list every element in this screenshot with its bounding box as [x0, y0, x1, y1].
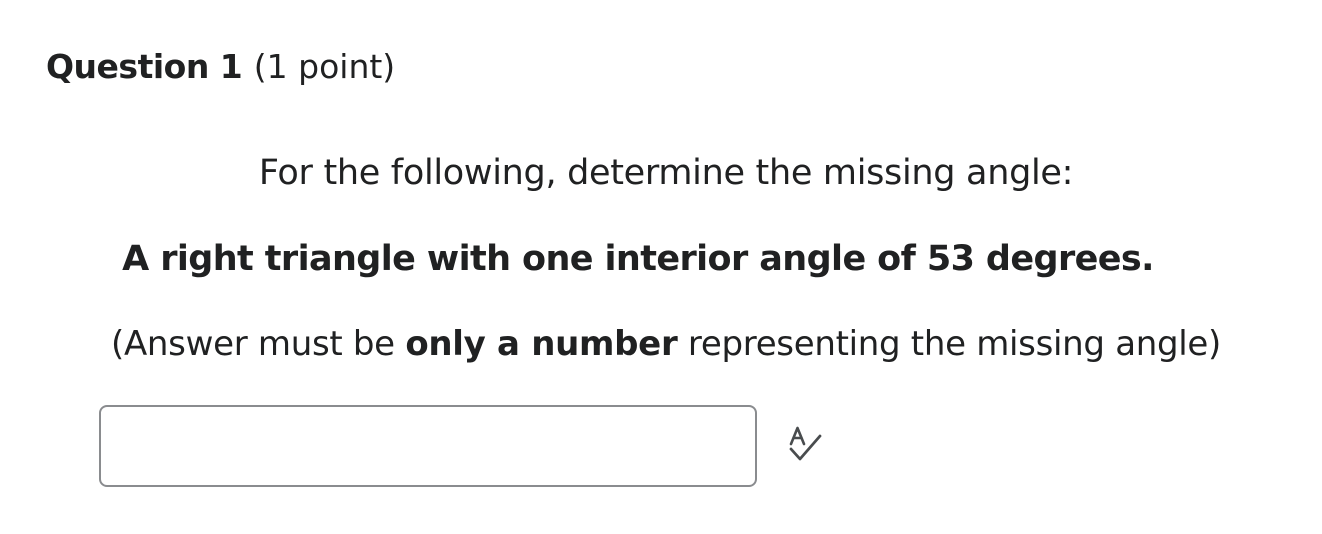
note-suffix: representing the missing angle) — [677, 324, 1221, 364]
question-answer-note: (Answer must be only a number representi… — [0, 321, 1322, 367]
question-instruction: For the following, determine the missing… — [258, 153, 1074, 193]
note-emphasis: only a number — [405, 324, 678, 364]
question-header: Question 1 (1 point) — [46, 44, 395, 90]
question-title: Question 1 — [46, 47, 243, 86]
question-problem: A right triangle with one interior angle… — [122, 239, 1154, 279]
spellcheck-button[interactable] — [782, 422, 828, 468]
question-points: (1 point) — [253, 47, 396, 86]
quiz-question-page: Question 1 (1 point) For the following, … — [0, 0, 1322, 534]
spellcheck-icon — [789, 426, 822, 461]
note-prefix: (Answer must be — [110, 324, 406, 364]
answer-input[interactable] — [99, 405, 757, 487]
